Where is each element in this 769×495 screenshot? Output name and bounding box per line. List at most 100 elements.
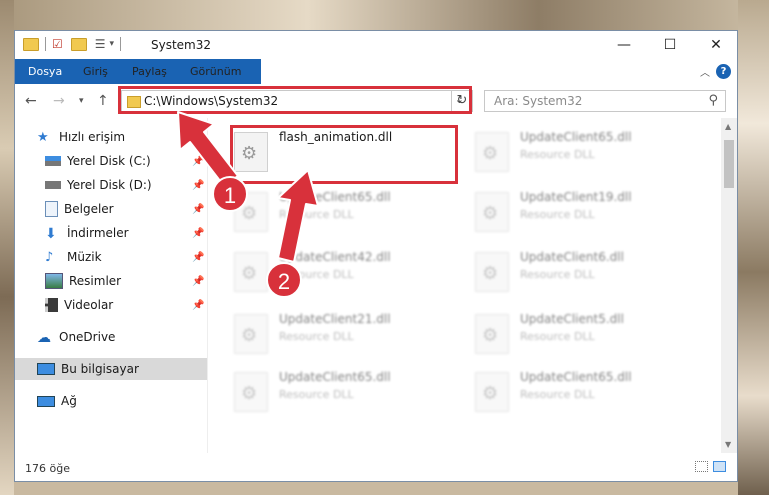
ribbon-tabs: Dosya Giriş Paylaş Görünüm ︿ ? [15, 59, 737, 109]
large-icons-view-icon[interactable] [713, 461, 726, 472]
file-name: UpdateClient42.dll [279, 250, 391, 264]
dll-file-icon [475, 132, 509, 172]
file-name: UpdateClient5.dll [520, 312, 624, 326]
pin-icon[interactable]: 📌 [192, 180, 204, 191]
network-icon [37, 395, 55, 407]
search-placeholder: Ara: System32 [494, 94, 583, 108]
desktop-wallpaper-right [738, 0, 769, 495]
sidebar-item-documents[interactable]: Belgeler 📌 [15, 198, 207, 220]
file-item[interactable]: UpdateClient65.dll Resource DLL [234, 188, 454, 238]
search-box[interactable]: Ara: System32 ⚲ [484, 90, 726, 112]
scroll-down-icon[interactable]: ▼ [725, 440, 731, 449]
drive-icon [45, 181, 61, 189]
file-type: Resource DLL [279, 208, 354, 221]
up-arrow-icon[interactable]: ↑ [97, 93, 109, 109]
window-title: System32 [151, 38, 212, 52]
sidebar-item-music[interactable]: ♪ Müzik 📌 [15, 246, 207, 268]
file-type: Resource DLL [520, 268, 595, 281]
close-button[interactable]: ✕ [693, 31, 737, 59]
navigation-pane: ★ Hızlı erişim Yerel Disk (C:) 📌 Yerel D… [15, 118, 208, 453]
sidebar-item-onedrive[interactable]: ☁ OneDrive [15, 326, 207, 348]
file-type: Resource DLL [520, 388, 595, 401]
file-highlight [230, 125, 458, 184]
quick-access-toolbar: ☑ ☰ ▾ [23, 37, 127, 51]
file-item[interactable]: UpdateClient19.dll Resource DLL [475, 188, 695, 238]
file-name: UpdateClient21.dll [279, 312, 391, 326]
documents-icon [45, 201, 58, 217]
pin-icon[interactable]: 📌 [192, 204, 204, 215]
sidebar-item-label: İndirmeler [67, 226, 129, 240]
details-view-icon[interactable] [695, 461, 708, 472]
star-icon: ★ [37, 130, 49, 145]
sidebar-item-pictures[interactable]: Resimler 📌 [15, 270, 207, 292]
folder-icon [23, 37, 39, 51]
tab-view[interactable]: Görünüm [190, 59, 241, 84]
maximize-button[interactable]: ☐ [647, 31, 693, 59]
sidebar-item-label: Ağ [61, 394, 77, 408]
search-icon[interactable]: ⚲ [708, 93, 718, 108]
sidebar-item-label: Yerel Disk (D:) [67, 178, 152, 192]
rename-icon[interactable]: ☰ [95, 37, 106, 51]
sidebar-item-videos[interactable]: Videolar 📌 [15, 294, 207, 316]
file-name: UpdateClient6.dll [520, 250, 624, 264]
toolbar-divider [45, 37, 46, 51]
scrollbar-thumb[interactable] [724, 140, 734, 188]
music-icon: ♪ [45, 250, 54, 265]
vertical-scrollbar[interactable]: ▲ ▼ [721, 118, 737, 453]
tab-home[interactable]: Giriş [83, 59, 108, 84]
file-item[interactable]: UpdateClient65.dll Resource DLL [234, 368, 454, 418]
pin-icon[interactable]: 📌 [192, 300, 204, 311]
file-item[interactable]: UpdateClient5.dll Resource DLL [475, 310, 695, 360]
sidebar-item-local-disk-d[interactable]: Yerel Disk (D:) 📌 [15, 174, 207, 196]
pin-icon[interactable]: 📌 [192, 156, 204, 167]
file-item[interactable]: UpdateClient6.dll Resource DLL [475, 248, 695, 298]
videos-icon [45, 298, 58, 312]
forward-arrow-icon[interactable]: → [53, 93, 65, 109]
file-type: Resource DLL [520, 148, 595, 161]
sidebar-item-label: OneDrive [59, 330, 116, 344]
file-name: UpdateClient65.dll [520, 130, 632, 144]
file-type: Resource DLL [520, 330, 595, 343]
sidebar-item-quick-access[interactable]: ★ Hızlı erişim [15, 126, 207, 148]
sidebar-item-network[interactable]: Ağ [15, 390, 207, 412]
new-folder-icon[interactable] [70, 37, 87, 51]
file-name: UpdateClient65.dll [279, 370, 391, 384]
file-item[interactable]: UpdateClient65.dll Resource DLL [475, 128, 695, 178]
back-arrow-icon[interactable]: ← [25, 93, 37, 109]
download-icon: ⬇ [45, 226, 57, 242]
minimize-button[interactable]: — [601, 31, 647, 59]
dll-file-icon [234, 314, 268, 354]
file-name: UpdateClient65.dll [520, 370, 632, 384]
address-bar-highlight [118, 86, 472, 114]
sidebar-item-downloads[interactable]: ⬇ İndirmeler 📌 [15, 222, 207, 244]
file-type: Resource DLL [279, 388, 354, 401]
customize-toolbar-icon[interactable]: ▾ [110, 39, 115, 49]
item-count: 176 öğe [25, 462, 70, 475]
file-type: Resource DLL [279, 330, 354, 343]
step-2-marker: 2 [266, 262, 302, 298]
sidebar-item-label: Yerel Disk (C:) [67, 154, 151, 168]
sidebar-item-this-pc[interactable]: Bu bilgisayar [15, 358, 207, 380]
sidebar-item-label: Müzik [67, 250, 102, 264]
collapse-ribbon-icon[interactable]: ︿ [700, 64, 710, 79]
dll-file-icon [475, 252, 509, 292]
sidebar-item-label: Bu bilgisayar [61, 362, 139, 376]
help-icon[interactable]: ? [716, 64, 731, 79]
file-name: UpdateClient19.dll [520, 190, 632, 204]
dll-file-icon [234, 252, 268, 292]
desktop-wallpaper-top [0, 0, 769, 30]
title-bar: ☑ ☰ ▾ System32 — ☐ ✕ [15, 31, 737, 59]
tab-share[interactable]: Paylaş [132, 59, 167, 84]
recent-locations-icon[interactable]: ▾ [79, 96, 84, 106]
sidebar-item-local-disk-c[interactable]: Yerel Disk (C:) 📌 [15, 150, 207, 172]
file-name: UpdateClient65.dll [279, 190, 391, 204]
dll-file-icon [475, 372, 509, 412]
scroll-up-icon[interactable]: ▲ [725, 122, 731, 131]
file-item[interactable]: UpdateClient65.dll Resource DLL [475, 368, 695, 418]
pin-icon[interactable]: 📌 [192, 252, 204, 263]
pin-icon[interactable]: 📌 [192, 276, 204, 287]
toolbar-divider [120, 37, 122, 51]
file-item[interactable]: UpdateClient21.dll Resource DLL [234, 310, 454, 360]
properties-check-icon[interactable]: ☑ [52, 37, 63, 51]
pin-icon[interactable]: 📌 [192, 228, 204, 239]
